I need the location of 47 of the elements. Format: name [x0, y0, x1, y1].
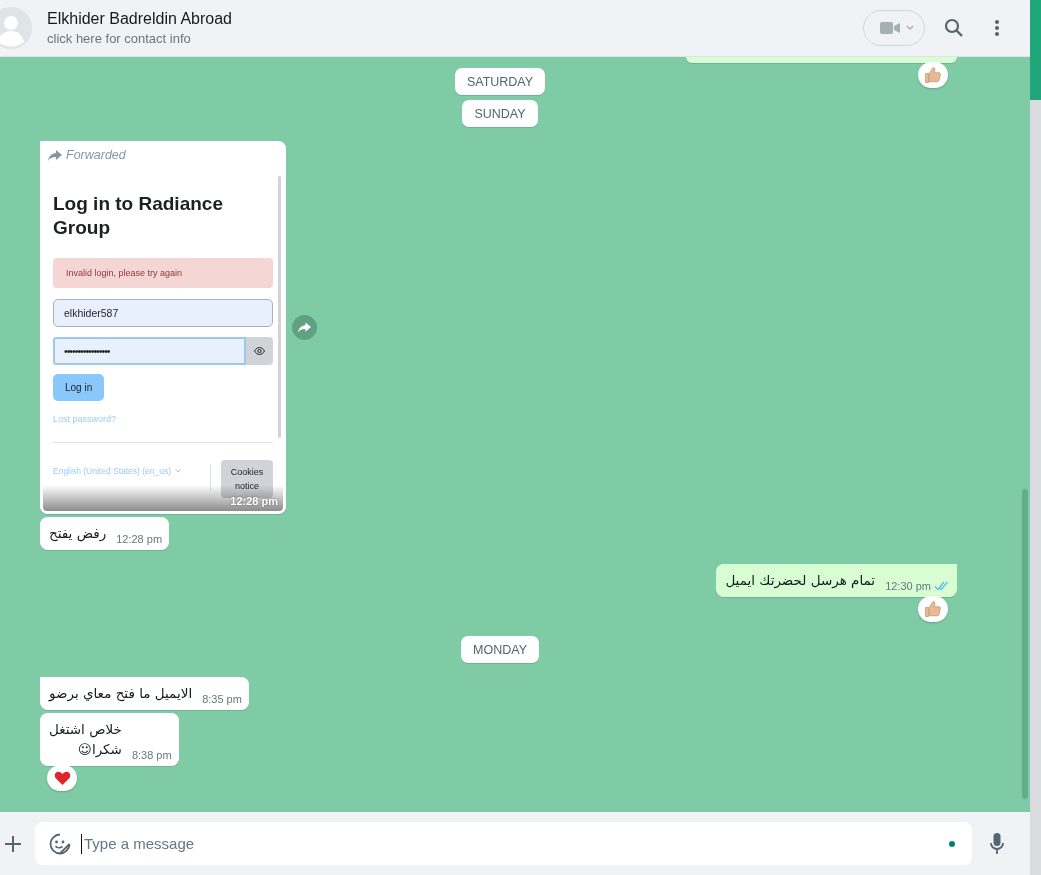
date-chip: SATURDAY [454, 68, 546, 95]
heart-icon [53, 770, 71, 786]
message-time: 12:28 pm [116, 533, 163, 545]
caret-icon [175, 469, 182, 473]
video-call-button[interactable] [863, 10, 925, 46]
date-chip: MONDAY [461, 636, 539, 663]
plus-icon[interactable] [4, 834, 22, 853]
show-password-button[interactable] [246, 337, 273, 365]
login-button[interactable]: Log in [53, 374, 105, 401]
message-text: رفض يفتح [49, 524, 107, 543]
message-time: 12:28 pm [230, 495, 278, 507]
date-chip: SUNDAY [462, 100, 538, 127]
video-camera-icon [880, 21, 900, 35]
image-message-bubble[interactable]: Forwarded Log in to Radiance Group Invalid login, please try again elkhider587 ••••••••••••••••• Log in Lost password? English (United States) (en_us) Cookies notice 12:28 pm [40, 141, 286, 514]
message-time: 8:38 pm [131, 749, 172, 761]
username-field[interactable]: elkhider587 [53, 299, 273, 327]
reaction-badge[interactable] [47, 765, 77, 791]
status-dot-icon [949, 840, 955, 847]
forward-arrow-icon [298, 322, 311, 333]
message-text: تمام هرسل لحضرتك ايميل [725, 571, 876, 590]
message-time: 12:30 pm [885, 580, 931, 592]
cookies-notice-button[interactable]: Cookies notice [221, 460, 273, 498]
caret-icon [906, 25, 914, 31]
forwarded-icon [48, 149, 62, 161]
message-field[interactable]: Type a message [35, 822, 972, 865]
search-icon[interactable] [944, 18, 964, 38]
contact-info-hint[interactable]: click here for contact info [47, 31, 863, 46]
message-text: خلاص اشتغل شكرا☺ [49, 720, 122, 759]
message-time: 8:35 pm [202, 693, 242, 705]
message-text: الايميل ما فتح معاي برضو [49, 684, 193, 703]
contact-name[interactable]: Elkhider Badreldin Abroad [47, 10, 863, 28]
forwarded-label: Forwarded [66, 148, 126, 162]
reaction-badge[interactable] [918, 596, 948, 622]
microphone-icon[interactable] [990, 832, 1004, 855]
scrollbar[interactable] [278, 176, 281, 438]
login-title: Log in to Radiance Group [53, 192, 224, 240]
window-scrollbar[interactable] [1030, 0, 1041, 875]
reaction-badge[interactable] [918, 62, 948, 88]
password-field[interactable]: ••••••••••••••••• [53, 337, 246, 365]
menu-icon[interactable] [994, 19, 1000, 37]
error-message: Invalid login, please try again [53, 258, 273, 288]
thumbs-up-icon [924, 600, 942, 618]
forward-button[interactable] [292, 315, 317, 340]
sticker-icon[interactable] [49, 832, 71, 855]
thumbs-up-icon [924, 66, 942, 84]
scrollbar-thumb[interactable] [1022, 489, 1028, 799]
eye-icon [254, 347, 265, 355]
